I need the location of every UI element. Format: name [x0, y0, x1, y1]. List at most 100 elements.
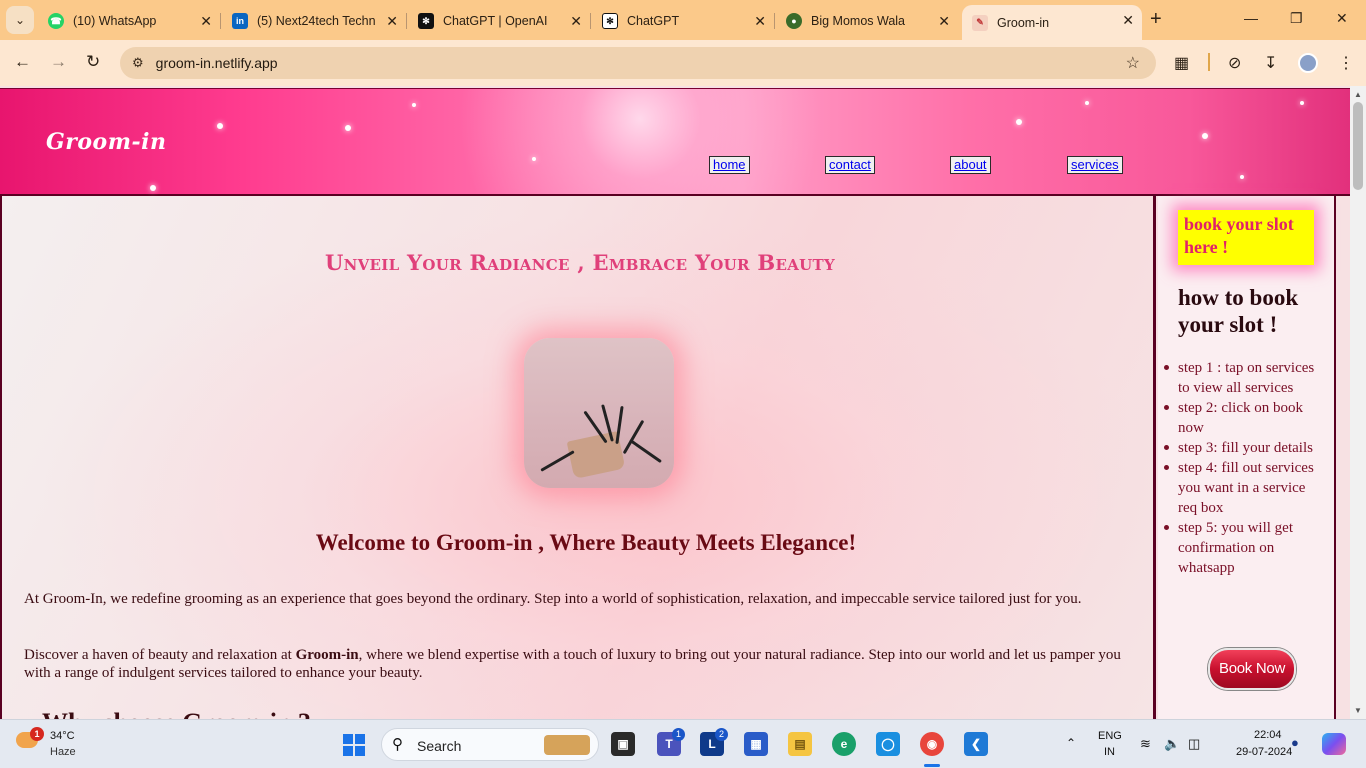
windows-taskbar: 1 34°C Haze ⚲ Search ▣ T 1 L 2 ▦ ▤ e ◯ ◉…: [0, 719, 1366, 768]
forward-arrow-icon[interactable]: →: [50, 52, 67, 72]
close-icon[interactable]: ✕: [1122, 12, 1134, 29]
tab-title: ChatGPT: [627, 14, 680, 28]
scroll-up-icon[interactable]: ▲: [1354, 90, 1362, 99]
search-highlight-art: [544, 735, 590, 755]
scroll-down-icon[interactable]: ▼: [1354, 706, 1362, 715]
chrome-active-indicator: [924, 764, 940, 767]
openai-icon: ✻: [602, 13, 618, 29]
search-label: Search: [417, 738, 462, 754]
cortana-icon[interactable]: ◯: [876, 732, 900, 756]
nav-home-link[interactable]: home: [709, 156, 750, 174]
discover-paragraph: Discover a haven of beauty and relaxatio…: [24, 646, 1134, 682]
book-now-button[interactable]: Book Now: [1208, 648, 1296, 690]
tab-title: (10) WhatsApp: [73, 14, 157, 28]
sparkle: [1202, 133, 1208, 139]
sparkle: [532, 157, 536, 161]
scrollbar-thumb[interactable]: [1353, 102, 1363, 190]
close-icon[interactable]: ✕: [938, 13, 950, 30]
task-view-icon[interactable]: ▣: [611, 732, 635, 756]
bookmark-star-icon[interactable]: ☆: [1126, 53, 1140, 73]
taskbar-search-box[interactable]: ⚲ Search: [381, 728, 599, 761]
minimize-icon[interactable]: —: [1244, 10, 1258, 26]
edge-icon[interactable]: e: [832, 732, 856, 756]
nav-contact-link[interactable]: contact: [825, 156, 875, 174]
tab-title: Big Momos Wala: [811, 14, 906, 28]
tab-big-momos-wala[interactable]: ● Big Momos Wala ✕: [776, 6, 958, 36]
close-icon[interactable]: ✕: [200, 13, 212, 30]
weather-badge: 1: [30, 727, 44, 741]
sparkle: [1300, 101, 1304, 105]
whatsapp-icon: ☎: [48, 13, 64, 29]
close-icon[interactable]: ✕: [754, 13, 766, 30]
nav-about-link[interactable]: about: [950, 156, 991, 174]
intro-paragraph: At Groom-In, we redefine grooming as an …: [24, 591, 1082, 607]
clock-date[interactable]: 29-07-2024: [1236, 746, 1292, 758]
chrome-icon[interactable]: ◉: [920, 732, 944, 756]
window-close-icon[interactable]: ✕: [1336, 10, 1348, 27]
main-content: Unveil Your Radiance , Embrace Your Beau…: [0, 196, 1156, 719]
reload-icon[interactable]: ↻: [86, 52, 100, 72]
new-tab-plus-icon[interactable]: +: [1150, 8, 1162, 31]
close-icon[interactable]: ✕: [386, 13, 398, 30]
site-header: Groom-in home contact about services: [0, 88, 1350, 196]
copilot-icon[interactable]: [1322, 733, 1346, 755]
page-scrollbar[interactable]: ▲ ▼: [1350, 86, 1366, 719]
menu-kebab-icon[interactable]: ⋮: [1338, 53, 1354, 73]
store-icon[interactable]: ▦: [744, 732, 768, 756]
list-item: step 2: click on book now: [1164, 398, 1320, 438]
brush-shape: [629, 438, 662, 464]
toolbar-divider: [1208, 53, 1210, 71]
windows-start-icon[interactable]: [343, 734, 365, 756]
weather-condition[interactable]: Haze: [50, 746, 76, 758]
l-app-badge: 2: [715, 728, 728, 741]
booking-sidebar: book your slot here ! how to book your s…: [1158, 196, 1336, 719]
brush-shape: [540, 450, 575, 472]
show-hidden-icons-chevron-icon[interactable]: ⌃: [1066, 736, 1076, 750]
vscode-icon[interactable]: ❮: [964, 732, 988, 756]
tab-linkedin[interactable]: in (5) Next24tech Techn ✕: [222, 6, 407, 36]
clock-time[interactable]: 22:04: [1254, 729, 1282, 741]
file-explorer-icon[interactable]: ▤: [788, 732, 812, 756]
tab-search-chevron-icon[interactable]: ⌄: [6, 6, 34, 34]
weather-temperature[interactable]: 34°C: [50, 730, 75, 742]
close-icon[interactable]: ✕: [570, 13, 582, 30]
tab-strip: ⌄ ☎ (10) WhatsApp ✕ in (5) Next24tech Te…: [0, 0, 1366, 40]
tab-groom-in[interactable]: ✎ Groom-in ✕: [962, 5, 1142, 40]
welcome-heading: Welcome to Groom-in , Where Beauty Meets…: [315, 530, 857, 555]
openai-icon: ✻: [418, 13, 434, 29]
nav-services-link[interactable]: services: [1067, 156, 1123, 174]
page-viewport: Groom-in home contact about services Unv…: [0, 86, 1350, 719]
tab-chatgpt[interactable]: ✻ ChatGPT ✕: [592, 6, 775, 36]
url-text: groom-in.netlify.app: [155, 55, 278, 71]
download-icon[interactable]: ↧: [1264, 53, 1277, 73]
browser-toolbar: ← → ↻ ⚙ groom-in.netlify.app ☆ ▦ ⊘ ↧ ⋮: [0, 40, 1366, 86]
language-primary[interactable]: ENG: [1098, 730, 1122, 742]
sparkle: [412, 103, 416, 107]
search-icon: ⚲: [392, 736, 403, 753]
momos-icon: ●: [786, 13, 802, 29]
back-arrow-icon[interactable]: ←: [14, 52, 31, 72]
makeup-hero-image: [524, 338, 674, 488]
tab-whatsapp[interactable]: ☎ (10) WhatsApp ✕: [38, 6, 221, 36]
restore-icon[interactable]: ❐: [1290, 10, 1303, 27]
list-item: step 5: you will get confirmation on wha…: [1164, 518, 1320, 578]
sparkle: [1240, 175, 1244, 179]
site-logo[interactable]: Groom-in: [46, 129, 167, 155]
list-item: step 4: fill out services you want in a …: [1164, 458, 1320, 518]
sparkle: [1016, 119, 1022, 125]
volume-icon[interactable]: 🔈: [1164, 736, 1180, 752]
address-bar[interactable]: ⚙ groom-in.netlify.app ☆: [120, 47, 1156, 79]
battery-icon[interactable]: ◫: [1188, 736, 1200, 752]
performance-icon[interactable]: ⊘: [1228, 53, 1241, 73]
extensions-puzzle-icon[interactable]: ▦: [1174, 53, 1189, 73]
why-choose-heading: Why choose Groom-in ?: [42, 708, 311, 719]
tab-chatgpt-openai[interactable]: ✻ ChatGPT | OpenAI ✕: [408, 6, 591, 36]
site-settings-icon[interactable]: ⚙: [132, 55, 144, 71]
profile-avatar[interactable]: [1298, 53, 1318, 73]
language-secondary[interactable]: IN: [1104, 746, 1115, 758]
sparkle: [150, 185, 156, 191]
discover-text-start: Discover a haven of beauty and relaxatio…: [24, 647, 296, 663]
notification-bell-icon[interactable]: ●: [1291, 735, 1299, 750]
tab-title: (5) Next24tech Techn: [257, 14, 376, 28]
wifi-icon[interactable]: ≋: [1140, 736, 1151, 752]
